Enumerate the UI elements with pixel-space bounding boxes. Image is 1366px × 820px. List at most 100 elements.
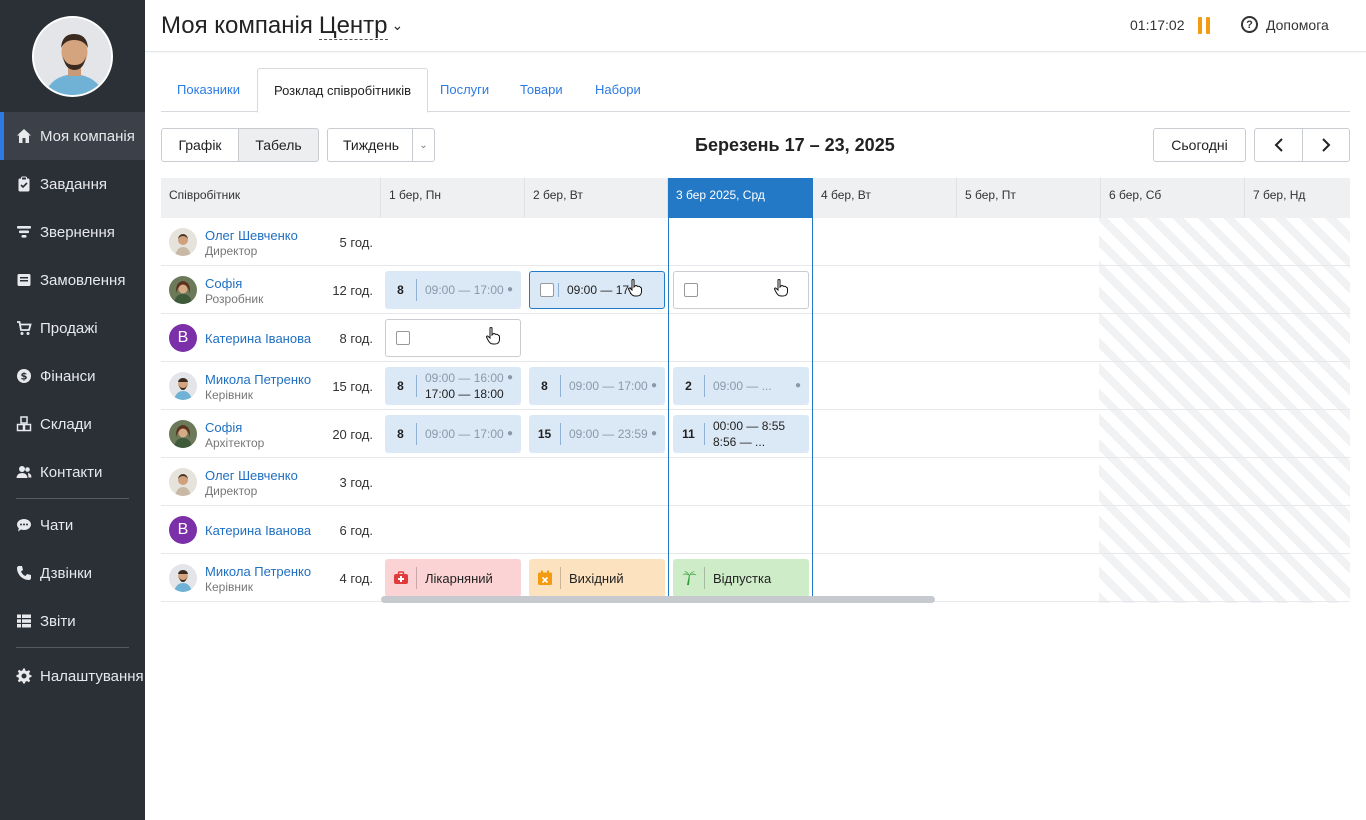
table-icon — [16, 613, 32, 629]
nav-label: Звіти — [40, 612, 76, 630]
company-title: Моя компанія — [161, 12, 313, 39]
clipboard-icon — [16, 176, 32, 192]
employee-hours: 5 год. — [339, 235, 373, 250]
employee-hours: 3 год. — [339, 475, 373, 490]
avatar — [169, 372, 197, 400]
employee-name[interactable]: Олег Шевченко — [205, 468, 298, 483]
shift-cell[interactable]: 2 09:00 — ... ● — [673, 367, 809, 405]
shift-hours: 8 — [385, 423, 417, 445]
nav-item-settings[interactable]: Налаштування — [0, 650, 145, 702]
employee-name[interactable]: Микола Петренко — [205, 372, 311, 387]
vacation-cell[interactable]: Відпустка — [673, 559, 809, 597]
shift-cell[interactable]: 15 09:00 — 23:59 ● — [529, 415, 665, 453]
nav-item-reports[interactable]: Звіти — [0, 597, 145, 645]
nav-item-finance[interactable]: $ Фінанси — [0, 352, 145, 400]
avatar — [169, 228, 197, 256]
help-link[interactable]: ? Допомога — [1241, 16, 1329, 33]
hand-cursor-icon — [486, 327, 500, 345]
day-header: 1 бер, Пн — [381, 178, 525, 218]
nav-item-chats[interactable]: Чати — [0, 501, 145, 549]
status-dot: ● — [650, 428, 657, 439]
nav-label: Моя компанія — [40, 127, 135, 145]
employee-hours: 12 год. — [332, 283, 373, 298]
table-row: Софія Архітектор 20 год. 8 09:00 — 17:00… — [161, 410, 1350, 458]
horizontal-scrollbar[interactable] — [381, 596, 935, 603]
graph-view-button[interactable]: Графік — [161, 128, 239, 162]
range-select[interactable]: Тиждень ⌄ — [327, 128, 435, 162]
chevron-down-icon[interactable]: ⌄ — [392, 17, 404, 33]
timer-clock: 01:17:02 — [1130, 17, 1185, 33]
day-header: 4 бер, Вт — [813, 178, 957, 218]
employee-name[interactable]: Катерина Іванова — [205, 331, 311, 346]
nav-divider — [16, 647, 129, 648]
absence-label: Відпустка — [713, 570, 772, 586]
absence-label: Вихідний — [569, 570, 624, 586]
employee-name[interactable]: Микола Петренко — [205, 564, 311, 579]
empty-shift-cell[interactable] — [385, 319, 521, 357]
table-view-button[interactable]: Табель — [238, 128, 319, 162]
svg-text:$: $ — [21, 372, 28, 383]
page-title: Моя компанія Центр ⌄ — [161, 12, 403, 40]
pause-icon[interactable] — [1198, 17, 1210, 34]
range-select-value: Тиждень — [343, 137, 400, 153]
shift-hours: 8 — [385, 375, 417, 397]
prev-week-button[interactable] — [1254, 128, 1303, 162]
nav-label: Звернення — [40, 223, 115, 241]
user-avatar[interactable] — [32, 16, 113, 97]
shift-cell[interactable]: 8 09:00 — 17:00 ● — [385, 271, 521, 309]
nav-label: Чати — [40, 516, 74, 534]
employee-name[interactable]: Софія — [205, 276, 242, 291]
timesheet-grid: Співробітник 1 бер, Пн 2 бер, Вт 3 бер 2… — [161, 178, 1350, 603]
avatar — [169, 420, 197, 448]
next-week-button[interactable] — [1302, 128, 1350, 162]
employee-name[interactable]: Олег Шевченко — [205, 228, 298, 243]
nav-label: Контакти — [40, 463, 103, 481]
tab-services[interactable]: Послуги — [424, 68, 505, 112]
status-dot: ● — [794, 380, 801, 391]
shift-cell[interactable]: 8 09:00 — 17:00 ● — [385, 415, 521, 453]
shift-time: 09:00 — 23:59 — [569, 427, 648, 441]
phone-icon — [16, 565, 32, 581]
shift-time: 09:00 — 16:00 — [425, 371, 504, 385]
employee-hours: 6 год. — [339, 523, 373, 538]
shift-checkbox[interactable] — [540, 283, 554, 297]
nav-item-my-company[interactable]: Моя компанія — [0, 112, 145, 160]
avatar: В — [169, 324, 197, 352]
nav-label: Продажі — [40, 319, 98, 337]
shift-cell[interactable]: 8 09:00 — 16:00 17:00 — 18:00 ● — [385, 367, 521, 405]
branch-selector[interactable]: Центр — [318, 12, 388, 40]
shift-checkbox[interactable] — [684, 283, 698, 297]
status-dot: ● — [650, 380, 657, 391]
shift-checkbox[interactable] — [396, 331, 410, 345]
employee-role: Директор — [205, 484, 258, 498]
chevron-down-icon: ⌄ — [412, 129, 434, 161]
employee-role: Розробник — [205, 292, 264, 306]
day-off-cell[interactable]: Вихідний — [529, 559, 665, 597]
shift-cell[interactable]: 8 09:00 — 17:00 ● — [529, 367, 665, 405]
tab-goods[interactable]: Товари — [504, 68, 579, 112]
tab-bundles[interactable]: Набори — [579, 68, 657, 112]
shift-hours: 2 — [673, 375, 705, 397]
tab-indicators[interactable]: Показники — [161, 68, 256, 112]
avatar — [169, 276, 197, 304]
nav-item-contacts[interactable]: Контакти — [0, 448, 145, 496]
empty-shift-cell[interactable] — [673, 271, 809, 309]
nav-item-calls[interactable]: Дзвінки — [0, 549, 145, 597]
nav-item-requests[interactable]: Звернення — [0, 208, 145, 256]
sick-leave-cell[interactable]: Лікарняний — [385, 559, 521, 597]
employee-cell: Микола Петренко Керівник 4 год. — [161, 554, 381, 602]
today-button[interactable]: Сьогодні — [1153, 128, 1246, 162]
sidebar: Моя компанія Завдання Звернення Замовлен… — [0, 0, 145, 820]
shift-hours: 8 — [385, 279, 417, 301]
shift-cell-selected[interactable]: 09:00 — 17:00 — [529, 271, 665, 309]
nav-item-warehouses[interactable]: Склади — [0, 400, 145, 448]
employee-name[interactable]: Катерина Іванова — [205, 523, 311, 538]
employee-name[interactable]: Софія — [205, 420, 242, 435]
tab-staff-schedule[interactable]: Розклад співробітників — [257, 68, 428, 113]
shift-time: 09:00 — 17:00 — [425, 283, 504, 297]
nav-item-tasks[interactable]: Завдання — [0, 160, 145, 208]
nav-item-orders[interactable]: Замовлення — [0, 256, 145, 304]
nav-item-sales[interactable]: Продажі — [0, 304, 145, 352]
employee-hours: 20 год. — [332, 427, 373, 442]
shift-cell[interactable]: 11 00:00 — 8:55 8:56 — ... — [673, 415, 809, 453]
